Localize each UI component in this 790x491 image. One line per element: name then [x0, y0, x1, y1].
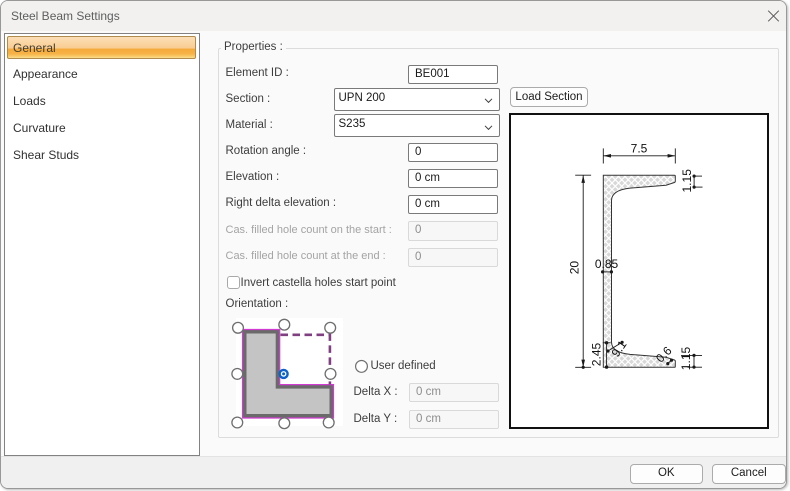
svg-text:20: 20	[568, 261, 582, 275]
svg-text:1.15: 1.15	[679, 346, 693, 370]
svg-text:2.45: 2.45	[590, 342, 604, 366]
svg-text:0.85: 0.85	[595, 257, 619, 271]
svg-text:1.15: 1.15	[680, 169, 694, 193]
svg-text:7.5: 7.5	[631, 142, 648, 156]
